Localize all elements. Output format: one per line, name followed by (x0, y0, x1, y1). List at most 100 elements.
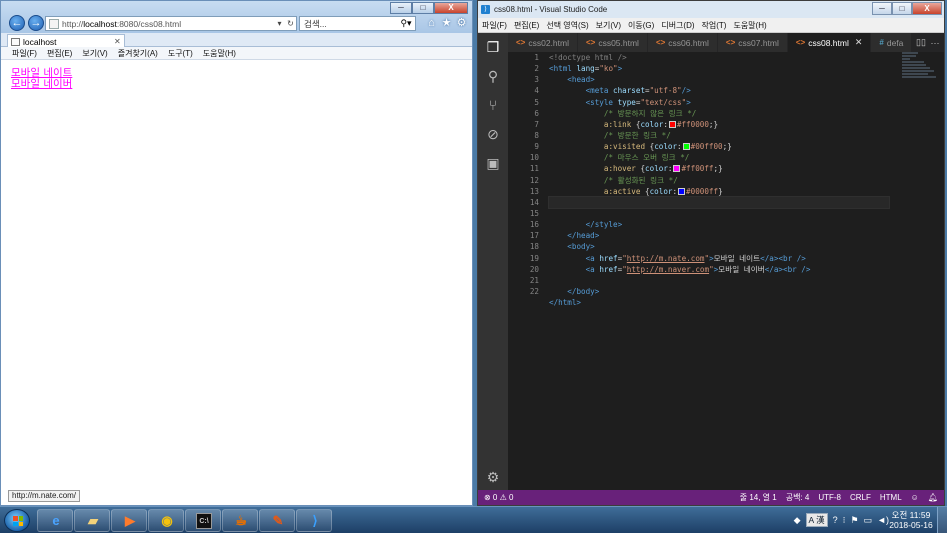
vscode-menu-edit[interactable]: 편집(E) (514, 20, 539, 31)
minimap[interactable] (902, 52, 942, 92)
keyboard-diamond-icon[interactable]: ◆ (794, 515, 801, 526)
search-input[interactable]: 검색... (300, 18, 397, 30)
address-text[interactable]: http://localhost:8080/css08.html (62, 19, 274, 29)
tab-defa[interactable]: # defa (871, 33, 913, 52)
search-icon[interactable]: ⚲▾ (397, 18, 415, 29)
tab-css06[interactable]: <> css06.html (647, 33, 718, 52)
menu-favorites[interactable]: 즐겨찾기(A) (118, 48, 158, 59)
search-box[interactable]: 검색... ⚲▾ (299, 16, 416, 31)
ie-tab[interactable]: localhost ✕ (7, 34, 125, 48)
language-mode[interactable]: HTML (880, 493, 902, 502)
tab-css02[interactable]: <> css02.html (508, 33, 578, 52)
line-number: 16 (529, 220, 539, 230)
split-editor-icon[interactable]: ▯▯ (914, 37, 928, 48)
vscode-menu-help[interactable]: 도움말(H) (733, 20, 766, 31)
mobile-naver-link[interactable]: 모바일 네이버 (11, 76, 72, 91)
line-number: 20 (529, 264, 539, 274)
tray-arrow-icon[interactable]: ⁝ (843, 515, 846, 526)
taskbar-vscode[interactable]: ⟩ (296, 509, 332, 532)
help-icon[interactable]: ? (833, 515, 838, 525)
page-favicon-icon (49, 18, 59, 29)
taskbar-cmd[interactable]: C:\ (185, 509, 221, 532)
tab-css07[interactable]: <> css07.html (717, 33, 788, 52)
tab-label: css05.html (598, 37, 639, 48)
code-line: <body> (567, 242, 595, 252)
vscode-menu-go[interactable]: 이동(G) (628, 20, 654, 31)
ime-indicator[interactable]: A 漢 (805, 513, 828, 527)
line-ending[interactable]: CRLF (850, 493, 871, 502)
ie-minimize-button[interactable]: ─ (390, 2, 412, 14)
taskbar-chrome[interactable]: ◉ (148, 509, 184, 532)
forward-arrow-icon[interactable]: → (28, 15, 44, 31)
tab-close-icon[interactable]: ✕ (855, 37, 863, 48)
flag-icon[interactable]: ⚑ (851, 515, 859, 526)
code-editor[interactable]: 1 2 3 4 5 6 7 8 9 10 11 12 13 14 15 16 1… (508, 52, 944, 490)
ie-close-button[interactable]: X (434, 2, 468, 14)
menu-help[interactable]: 도움말(H) (203, 48, 236, 59)
encoding[interactable]: UTF-8 (818, 493, 841, 502)
search-icon[interactable]: ⚲ (485, 68, 501, 84)
vscode-menu-selection[interactable]: 선택 영역(S) (546, 20, 588, 31)
vscode-close-button[interactable]: X (912, 2, 942, 15)
menu-tools[interactable]: 도구(T) (168, 48, 193, 59)
vscode-menu-tasks[interactable]: 작업(T) (702, 20, 727, 31)
minimap-line (902, 67, 930, 69)
color-swatch[interactable] (673, 165, 681, 173)
more-actions-icon[interactable]: ··· (928, 38, 942, 48)
tools-gear-icon[interactable]: ⚙ (455, 16, 468, 30)
cursor-position[interactable]: 줄 14, 열 1 (740, 492, 777, 503)
ie-maximize-button[interactable]: □ (412, 2, 434, 14)
code-line: a:link {color: #ff0000;} (603, 119, 719, 129)
tab-css05[interactable]: <> css05.html (577, 33, 648, 52)
problems-indicator[interactable]: ⊗ 0 ⚠ 0 (484, 493, 731, 502)
vscode-menu-debug[interactable]: 디버그(D) (661, 20, 694, 31)
color-swatch[interactable] (682, 143, 690, 151)
line-number: 8 (534, 130, 539, 140)
line-number: 7 (534, 119, 539, 129)
home-icon[interactable]: ⌂ (425, 16, 438, 30)
code-lines: <!doctype html /> <html lang="ko"> <head… (548, 52, 890, 308)
menu-edit[interactable]: 편집(E) (47, 48, 72, 59)
vscode-menu-view[interactable]: 보기(V) (596, 20, 621, 31)
taskbar-media-player[interactable]: ▶ (111, 509, 147, 532)
current-code-line[interactable] (548, 195, 890, 209)
tab-close-icon[interactable]: ✕ (114, 37, 124, 46)
debug-icon[interactable]: ⊘ (485, 126, 501, 142)
color-swatch[interactable] (668, 120, 676, 128)
address-bar[interactable]: http://localhost:8080/css08.html ▾ ↻ (45, 16, 297, 31)
clock[interactable]: 오전 11:59 2018-05-16 (889, 510, 933, 530)
taskbar-java[interactable]: ☕︎ (222, 509, 258, 532)
color-swatch[interactable] (678, 187, 686, 195)
vscode-minimize-button[interactable]: ─ (872, 2, 892, 15)
show-desktop-button[interactable] (937, 507, 947, 533)
vscode-menu-file[interactable]: 파일(F) (482, 20, 507, 31)
line-number: 9 (534, 142, 539, 152)
line-number: 21 (529, 275, 539, 285)
tab-css08[interactable]: <> css08.html ✕ (787, 33, 872, 52)
taskbar-ie[interactable]: e (37, 509, 73, 532)
network-icon[interactable]: ▭ (864, 515, 873, 526)
feedback-smiley-icon[interactable]: ☺ (911, 493, 919, 502)
menu-file[interactable]: 파일(F) (12, 48, 37, 59)
notifications-bell-icon[interactable]: 🔔︎ (928, 493, 938, 502)
taskbar-editor[interactable]: ✎ (259, 509, 295, 532)
indentation[interactable]: 공백: 4 (786, 492, 810, 503)
editor-icon: ✎ (272, 513, 284, 528)
vscode-maximize-button[interactable]: □ (892, 2, 912, 15)
settings-gear-icon[interactable]: ⚙ (485, 469, 501, 485)
status-url-tooltip: http://m.nate.com/ (8, 490, 81, 502)
source-control-icon[interactable]: ⑂ (485, 97, 501, 113)
dropdown-arrow-icon[interactable]: ▾ (274, 19, 285, 28)
volume-icon[interactable]: ◄) (877, 515, 889, 525)
extensions-icon[interactable]: ▣ (485, 155, 501, 171)
start-button[interactable] (4, 509, 30, 532)
menu-view[interactable]: 보기(V) (82, 48, 107, 59)
favorites-star-icon[interactable]: ★ (440, 16, 453, 30)
explorer-icon[interactable]: ❐ (485, 39, 501, 55)
html-file-icon: <> (725, 38, 736, 47)
line-number: 13 (529, 186, 539, 196)
back-arrow-icon[interactable]: ← (9, 15, 25, 31)
taskbar-explorer[interactable]: ▰ (74, 509, 110, 532)
refresh-icon[interactable]: ↻ (285, 19, 296, 28)
